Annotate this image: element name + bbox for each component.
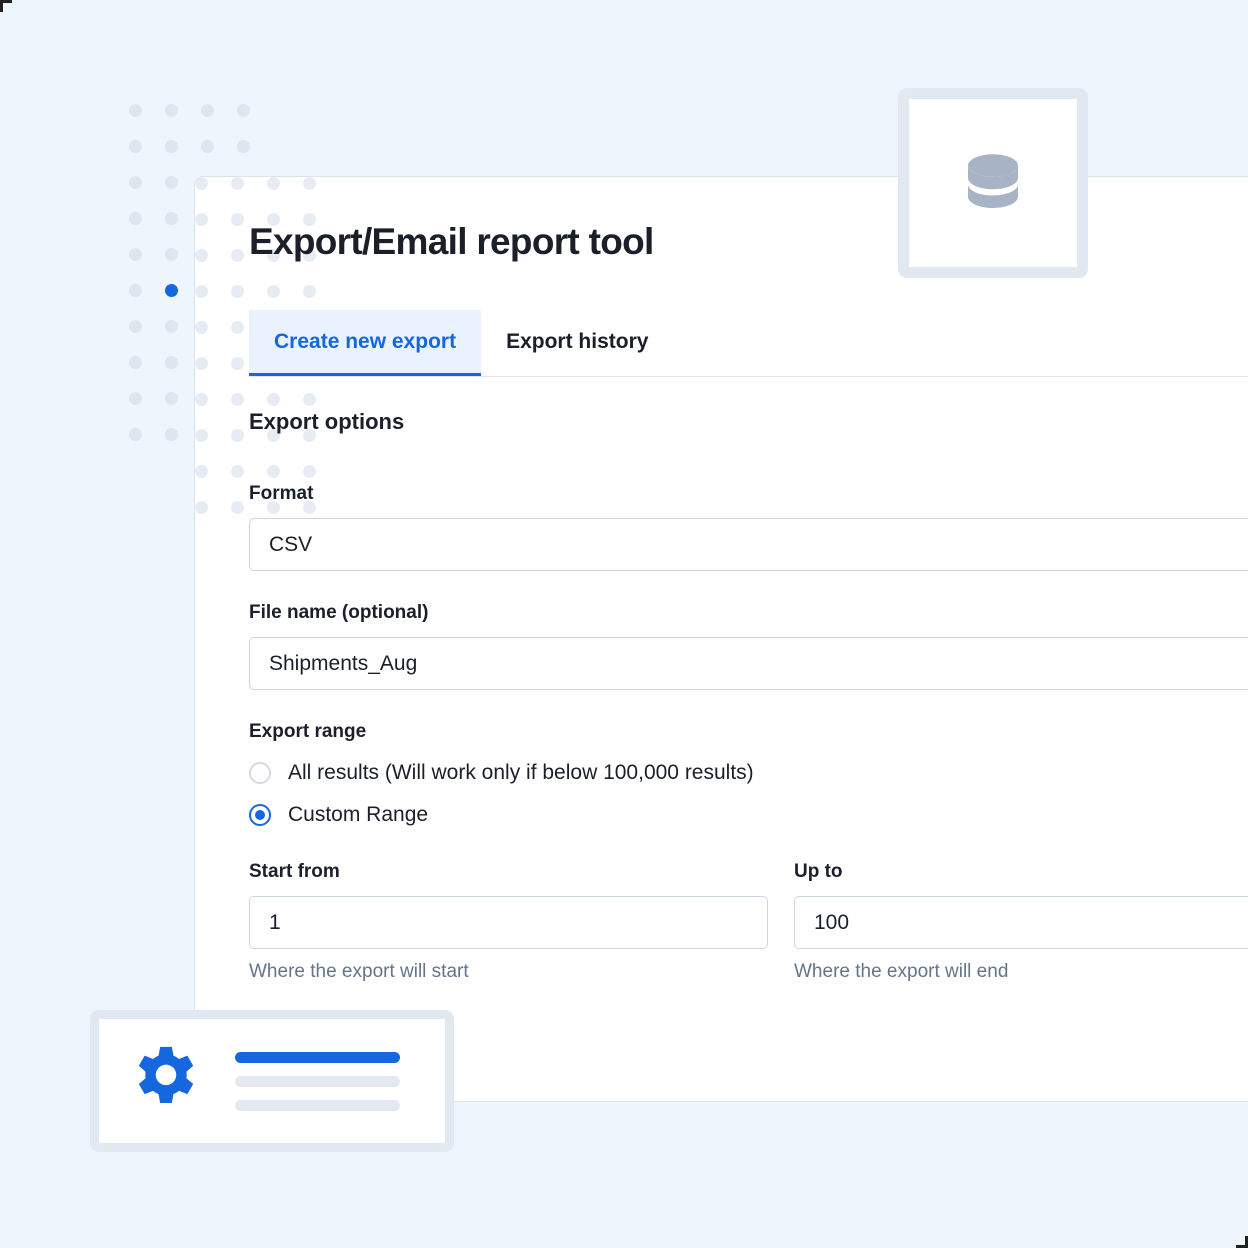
grid-dot [303,177,316,190]
file-name-field: File name (optional) Shipments_Aug [249,602,1248,690]
settings-badge-inner [99,1019,445,1143]
page-title: Export/Email report tool [249,221,654,263]
export-tool-panel: Export/Email report tool Create new expo… [194,176,1248,1102]
tab-create-new-export-label: Create new export [274,330,456,354]
radio-custom-range-indicator[interactable] [249,804,271,826]
grid-dot [129,248,142,261]
radio-all-results-label: All results (Will work only if below 100… [288,761,754,785]
custom-range-inputs: Start from 1 Where the export will start… [249,861,1248,983]
grid-dot [237,140,250,153]
grid-dot [165,212,178,225]
grid-dot [165,248,178,261]
up-to-label: Up to [794,861,1248,883]
up-to-value: 100 [814,911,849,935]
grid-dot [165,428,178,441]
grid-dot [303,393,316,406]
frame-corner-top-left [0,0,12,12]
grid-dot [231,177,244,190]
format-label: Format [249,483,1248,505]
grid-dot [129,320,142,333]
settings-line-tertiary [235,1100,400,1111]
settings-line-primary [235,1052,400,1063]
grid-dot [195,465,208,478]
grid-dot [231,429,244,442]
grid-dot [129,428,142,441]
grid-dot [195,249,208,262]
start-from-input[interactable]: 1 [249,896,768,949]
grid-dot [129,356,142,369]
radio-custom-range-label: Custom Range [288,803,428,827]
grid-dot [231,213,244,226]
grid-dot [165,320,178,333]
grid-dot [195,393,208,406]
grid-dot [165,140,178,153]
grid-dot [195,177,208,190]
grid-dot [195,501,208,514]
format-field: Format CSV [249,483,1248,571]
grid-dot [237,104,250,117]
grid-dot [267,393,280,406]
grid-dot [231,357,244,370]
format-value: CSV [269,533,312,557]
start-from-label: Start from [249,861,768,883]
grid-dot [195,321,208,334]
grid-dot [129,176,142,189]
grid-dot [165,284,178,297]
frame-corner-bottom-right [1236,1236,1248,1248]
grid-dot [165,356,178,369]
grid-dot [165,104,178,117]
export-range-group: Export range All results (Will work only… [249,721,1248,827]
grid-dot [129,212,142,225]
up-to-field: Up to 100 Where the export will end [794,861,1248,983]
grid-dot [231,501,244,514]
up-to-hint: Where the export will end [794,961,1248,983]
grid-dot [129,104,142,117]
file-name-value: Shipments_Aug [269,652,417,676]
tab-export-history-label: Export history [506,330,648,354]
database-badge-inner [909,99,1077,267]
grid-dot [231,249,244,262]
grid-dot [195,213,208,226]
settings-badge-lines [235,1052,400,1111]
radio-custom-range[interactable]: Custom Range [249,803,1248,827]
file-name-label: File name (optional) [249,602,1248,624]
grid-dot [195,357,208,370]
screenshot-stage: Export/Email report tool Create new expo… [0,0,1248,1248]
grid-dot [195,429,208,442]
grid-dot [129,392,142,405]
export-options-heading: Export options [249,409,1248,435]
grid-dot [129,140,142,153]
database-icon [953,143,1033,223]
tab-bar: Create new export Export history [249,310,1248,377]
gear-icon [127,1042,205,1120]
grid-dot [129,284,142,297]
grid-dot [201,140,214,153]
grid-dot [165,392,178,405]
grid-dot [267,285,280,298]
start-from-value: 1 [269,911,281,935]
tab-create-new-export[interactable]: Create new export [249,310,481,376]
grid-dot [201,104,214,117]
radio-all-results[interactable]: All results (Will work only if below 100… [249,761,1248,785]
start-from-hint: Where the export will start [249,961,768,983]
grid-dot [231,393,244,406]
grid-dot [165,176,178,189]
grid-dot [303,285,316,298]
settings-badge-card [90,1010,454,1152]
grid-dot [195,285,208,298]
radio-all-results-indicator[interactable] [249,762,271,784]
grid-dot [231,321,244,334]
start-from-field: Start from 1 Where the export will start [249,861,768,983]
format-select[interactable]: CSV [249,518,1248,571]
up-to-input[interactable]: 100 [794,896,1248,949]
file-name-input[interactable]: Shipments_Aug [249,637,1248,690]
tab-export-history[interactable]: Export history [481,310,673,376]
settings-line-secondary [235,1076,400,1087]
export-options-form: Export options Format CSV File name (opt… [249,409,1248,983]
grid-dot [231,285,244,298]
export-range-label: Export range [249,721,1248,743]
grid-dot [267,177,280,190]
grid-dot [231,465,244,478]
database-badge-card [898,88,1088,278]
